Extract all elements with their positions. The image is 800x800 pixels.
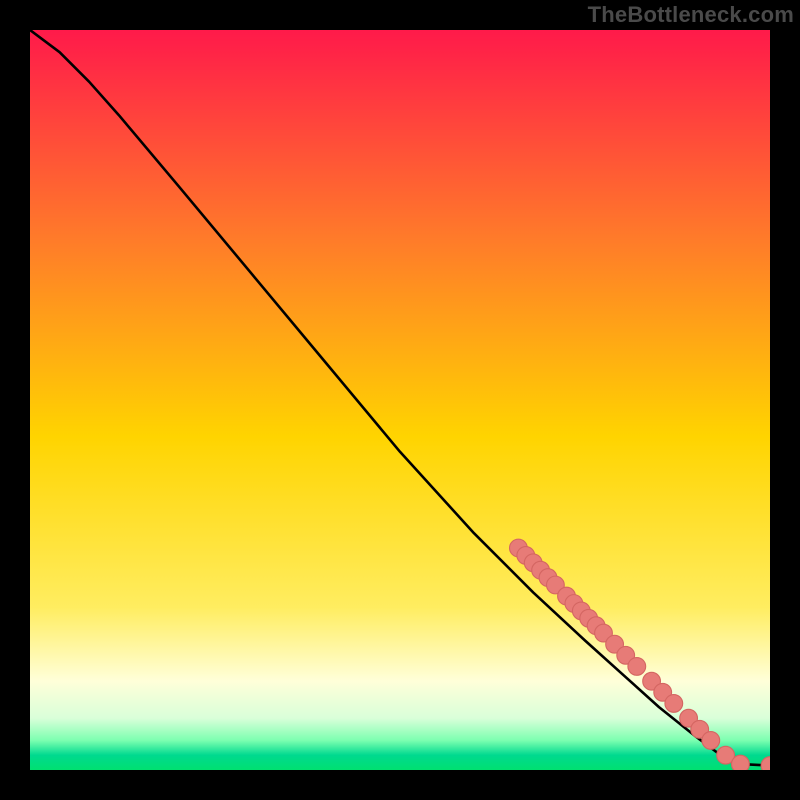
chart-svg (30, 30, 770, 770)
chart-frame: TheBottleneck.com (0, 0, 800, 800)
curve-line (30, 30, 770, 766)
watermark-text: TheBottleneck.com (588, 2, 794, 28)
data-marker (628, 658, 646, 676)
data-marker (761, 757, 770, 770)
plot-area (30, 30, 770, 770)
marker-layer (510, 539, 770, 770)
data-marker (732, 755, 750, 770)
data-marker (665, 695, 683, 713)
data-marker (702, 732, 720, 750)
